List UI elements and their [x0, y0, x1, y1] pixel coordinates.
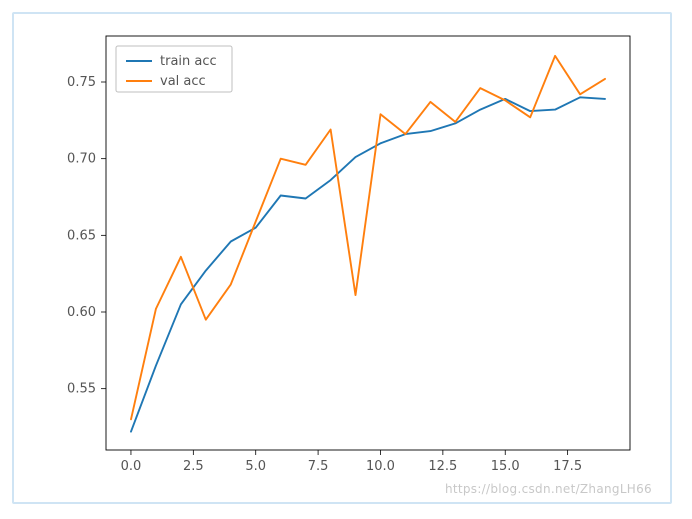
legend-label: val acc [160, 74, 206, 89]
xtick-label: 15.0 [491, 459, 520, 474]
ytick-label: 0.60 [67, 305, 96, 320]
image-frame: 0.0 2.5 5.0 7.5 10.0 12.5 15.0 17.5 0.55 0.60 0.65… [12, 12, 672, 504]
xtick-label: 7.5 [308, 459, 329, 474]
xtick-label: 10.0 [366, 459, 395, 474]
watermark: https://blog.csdn.net/ZhangLH66 [445, 482, 652, 496]
ytick-label: 0.75 [67, 75, 96, 90]
xtick-label: 0.0 [121, 459, 142, 474]
legend-label: train acc [160, 54, 217, 69]
ytick-label: 0.70 [67, 152, 96, 167]
xtick-label: 5.0 [245, 459, 266, 474]
xtick-label: 17.5 [553, 459, 582, 474]
ytick-label: 0.65 [67, 228, 96, 243]
axes-frame [106, 36, 630, 450]
ytick-label: 0.55 [67, 382, 96, 397]
chart: 0.0 2.5 5.0 7.5 10.0 12.5 15.0 17.5 0.55 0.60 0.65… [32, 22, 656, 482]
xtick-label: 12.5 [428, 459, 457, 474]
xtick-label: 2.5 [183, 459, 204, 474]
